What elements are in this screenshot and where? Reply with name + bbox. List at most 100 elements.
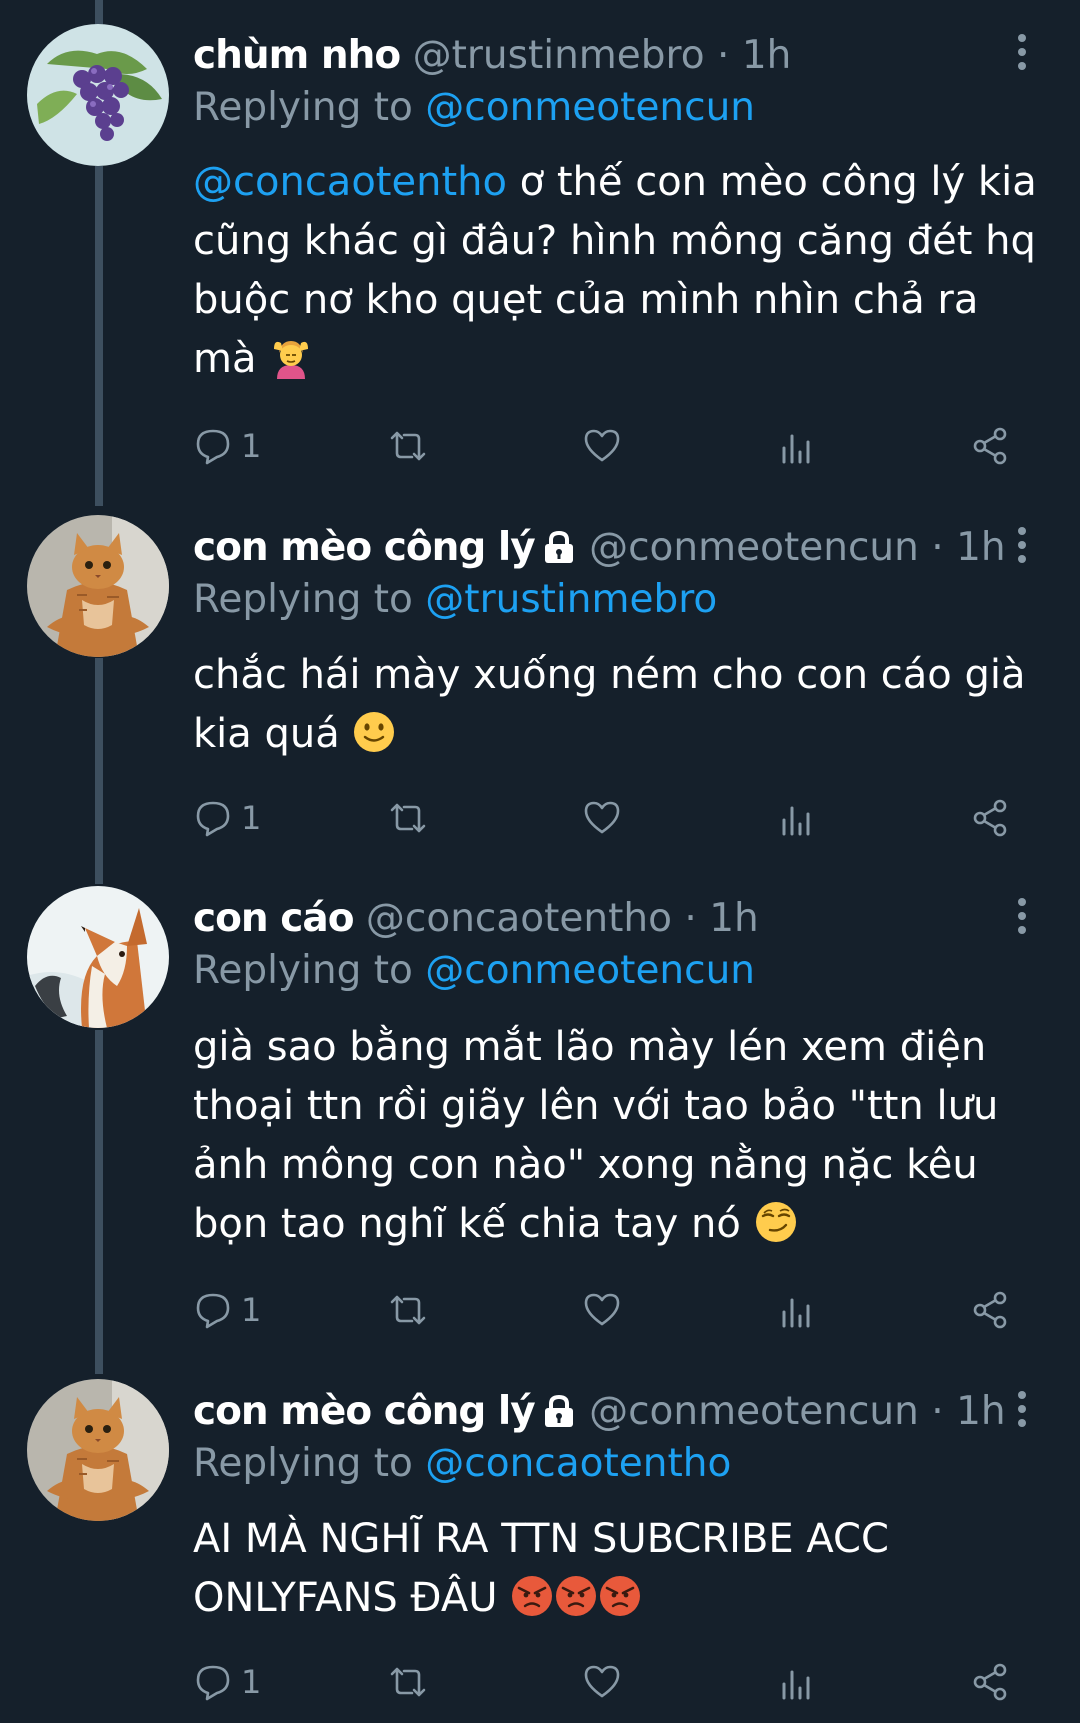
tweet-text: chắc hái mày xuống ném cho con cáo già k…: [193, 646, 1043, 764]
timestamp[interactable]: 1h: [742, 33, 792, 78]
retweet-button[interactable]: [388, 1285, 428, 1335]
analytics-icon: [782, 434, 810, 464]
tweet-header: con mèo công lý @conmeotencun · 1h: [193, 1386, 1006, 1438]
share-icon: [973, 1663, 1007, 1701]
reply-button[interactable]: 1: [193, 1657, 261, 1707]
like-button[interactable]: [582, 1657, 622, 1707]
timestamp[interactable]: 1h: [956, 1389, 1006, 1434]
cat-avatar[interactable]: [27, 515, 169, 657]
replying-label: Replying to: [193, 1441, 413, 1486]
analytics-button[interactable]: [777, 793, 817, 843]
reply-count: 1: [241, 1291, 262, 1329]
angry-face-emoji: [600, 1576, 641, 1616]
fox-avatar[interactable]: [27, 886, 169, 1028]
more-icon[interactable]: [1012, 34, 1032, 76]
username[interactable]: @concaotentho: [366, 896, 672, 941]
reply-count: 1: [241, 427, 262, 465]
tweet-actions: 1: [0, 793, 1080, 843]
replying-to: Replying to @trustinmebro: [193, 574, 717, 626]
display-name[interactable]: con cáo: [193, 896, 354, 941]
tweet-text: AI MÀ NGHĨ RA TTN SUBCRIBE ACC ONLYFANS …: [193, 1510, 1043, 1628]
lock-icon: [544, 530, 573, 563]
analytics-button[interactable]: [777, 1285, 817, 1335]
angry-face-emojis: [510, 1575, 642, 1621]
replying-label: Replying to: [193, 577, 413, 622]
angry-face-emoji: [512, 1576, 553, 1616]
slightly-smiling-face-emoji: [354, 712, 395, 752]
reply-mention-link[interactable]: @trustinmebro: [425, 577, 717, 622]
replying-to: Replying to @concaotentho: [193, 1438, 731, 1490]
analytics-icon: [782, 1670, 810, 1700]
lock-icon: [544, 1394, 573, 1427]
username[interactable]: @trustinmebro: [413, 33, 705, 78]
analytics-button[interactable]: [777, 1657, 817, 1707]
tweet-text: @concaotentho ơ thế con mèo công lý kia …: [193, 153, 1043, 389]
share-button[interactable]: [970, 421, 1010, 471]
reply-button[interactable]: 1: [193, 793, 261, 843]
replying-label: Replying to: [193, 85, 413, 130]
share-button[interactable]: [970, 1285, 1010, 1335]
share-button[interactable]: [970, 793, 1010, 843]
reply-icon: [196, 801, 230, 837]
like-icon: [584, 1293, 620, 1326]
reply-mention-link[interactable]: @conmeotencun: [425, 948, 755, 993]
share-button[interactable]: [970, 1657, 1010, 1707]
tweet-header: con mèo công lý @conmeotencun · 1h: [193, 522, 1006, 574]
timestamp[interactable]: 1h: [709, 896, 759, 941]
like-button[interactable]: [582, 1285, 622, 1335]
separator: ·: [684, 896, 697, 941]
like-icon: [584, 801, 620, 834]
more-icon[interactable]: [1012, 1391, 1032, 1433]
share-icon: [973, 427, 1007, 465]
retweet-icon: [390, 803, 426, 833]
like-button[interactable]: [582, 793, 622, 843]
reply-button[interactable]: 1: [193, 1285, 261, 1335]
tweet-header: con cáo @concaotentho · 1h: [193, 893, 759, 945]
reply-icon: [196, 1665, 230, 1701]
reply-button[interactable]: 1: [193, 421, 261, 471]
tweet-text-content: chắc hái mày xuống ném cho con cáo già k…: [193, 652, 1026, 757]
tweet-actions: 1: [0, 421, 1080, 471]
more-icon[interactable]: [1012, 898, 1032, 940]
separator: ·: [931, 525, 944, 570]
mention-link[interactable]: @concaotentho: [193, 159, 507, 205]
display-name[interactable]: con mèo công lý: [193, 1389, 536, 1434]
retweet-icon: [390, 1667, 426, 1697]
grapes-avatar[interactable]: [27, 24, 169, 166]
reply-icon: [196, 429, 230, 465]
retweet-button[interactable]: [388, 421, 428, 471]
analytics-button[interactable]: [777, 421, 817, 471]
tweet-text: già sao bằng mắt lão mày lén xem điện th…: [193, 1018, 1043, 1254]
tweet-text-content: già sao bằng mắt lão mày lén xem điện th…: [193, 1024, 999, 1247]
reply-count: 1: [241, 1663, 262, 1701]
thread-line: [95, 658, 103, 884]
reply-icon: [196, 1293, 230, 1329]
tweet-header: chùm nho @trustinmebro · 1h: [193, 30, 791, 82]
reply-mention-link[interactable]: @concaotentho: [425, 1441, 731, 1486]
replying-to: Replying to @conmeotencun: [193, 82, 755, 134]
display-name[interactable]: con mèo công lý: [193, 525, 536, 570]
separator: ·: [931, 1389, 944, 1434]
smirking-face-emoji: [755, 1202, 796, 1242]
more-icon[interactable]: [1012, 527, 1032, 569]
timestamp[interactable]: 1h: [956, 525, 1006, 570]
tweet-actions: 1: [0, 1657, 1080, 1707]
reply-mention-link[interactable]: @conmeotencun: [425, 85, 755, 130]
like-icon: [584, 429, 620, 462]
analytics-icon: [782, 806, 810, 836]
reply-count: 1: [241, 799, 262, 837]
retweet-icon: [390, 1295, 426, 1325]
retweet-button[interactable]: [388, 1657, 428, 1707]
display-name[interactable]: chùm nho: [193, 33, 401, 78]
retweet-button[interactable]: [388, 793, 428, 843]
username[interactable]: @conmeotencun: [589, 1389, 919, 1434]
analytics-icon: [782, 1298, 810, 1328]
share-icon: [973, 1291, 1007, 1329]
replying-label: Replying to: [193, 948, 413, 993]
tweet-actions: 1: [0, 1285, 1080, 1335]
woman-getting-massage-emoji: [274, 341, 309, 379]
username[interactable]: @conmeotencun: [589, 525, 919, 570]
cat-avatar[interactable]: [27, 1379, 169, 1521]
like-button[interactable]: [582, 421, 622, 471]
like-icon: [584, 1665, 620, 1698]
